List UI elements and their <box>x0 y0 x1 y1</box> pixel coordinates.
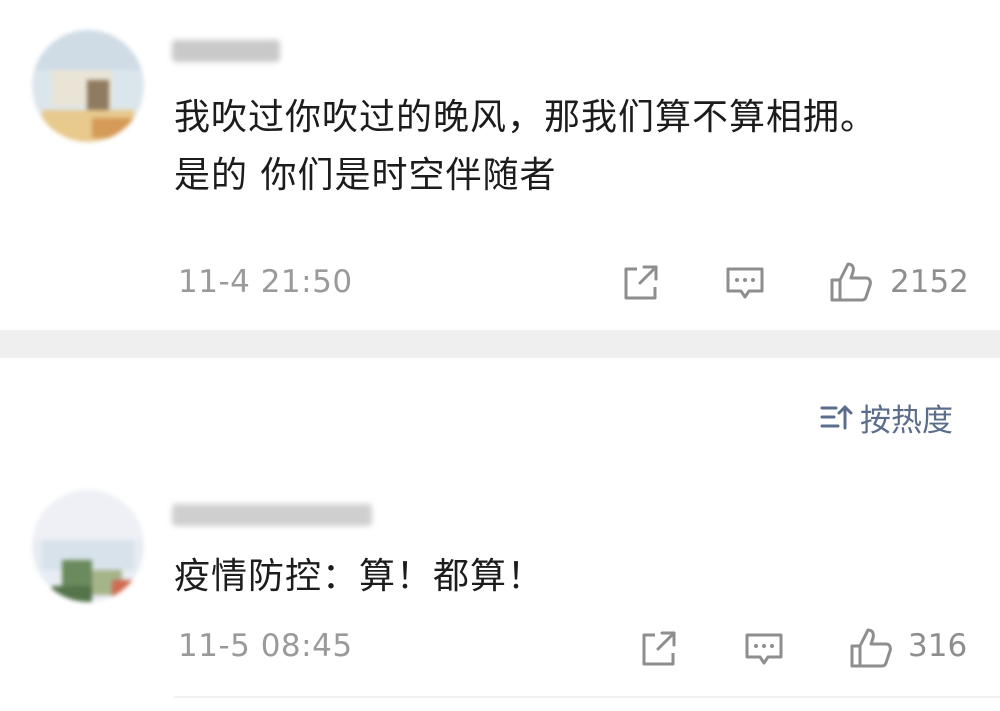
sort-by-hot-button[interactable]: 按热度 <box>820 395 953 439</box>
comment-timestamp: 11-4 21:50 <box>178 264 353 300</box>
thumbs-up-icon[interactable] <box>828 260 874 304</box>
section-divider <box>0 330 1000 358</box>
sort-icon <box>820 405 853 430</box>
share-icon[interactable] <box>620 262 662 304</box>
username[interactable] <box>172 504 372 526</box>
comment-text-line: 疫情防控：算！都算！ <box>174 556 545 597</box>
comment-icon[interactable] <box>743 628 785 670</box>
avatar[interactable] <box>32 30 144 142</box>
comment-text-line: 是的 你们是时空伴随者 <box>174 155 557 196</box>
share-icon[interactable] <box>638 628 680 670</box>
like-count: 316 <box>908 628 968 664</box>
username[interactable] <box>172 40 280 62</box>
thumbs-up-icon[interactable] <box>848 626 894 670</box>
like-count: 2152 <box>890 264 969 300</box>
comment-item: 疫情防控：算！都算！ 11-5 08:45 316 <box>0 460 1000 700</box>
avatar[interactable] <box>32 490 144 602</box>
sort-label: 按热度 <box>860 402 953 439</box>
comment-timestamp: 11-5 08:45 <box>178 628 353 664</box>
comment-icon[interactable] <box>724 262 766 304</box>
comment-divider <box>174 696 1000 698</box>
comment-text: 我吹过你吹过的晚风，那我们算不算相拥。 是的 你们是时空伴随者 <box>174 89 877 205</box>
comment-text: 疫情防控：算！都算！ <box>174 548 544 606</box>
comment-item: 我吹过你吹过的晚风，那我们算不算相拥。 是的 你们是时空伴随者 11-4 21:… <box>0 0 1000 330</box>
comment-text-line: 我吹过你吹过的晚风，那我们算不算相拥。 <box>174 97 878 138</box>
